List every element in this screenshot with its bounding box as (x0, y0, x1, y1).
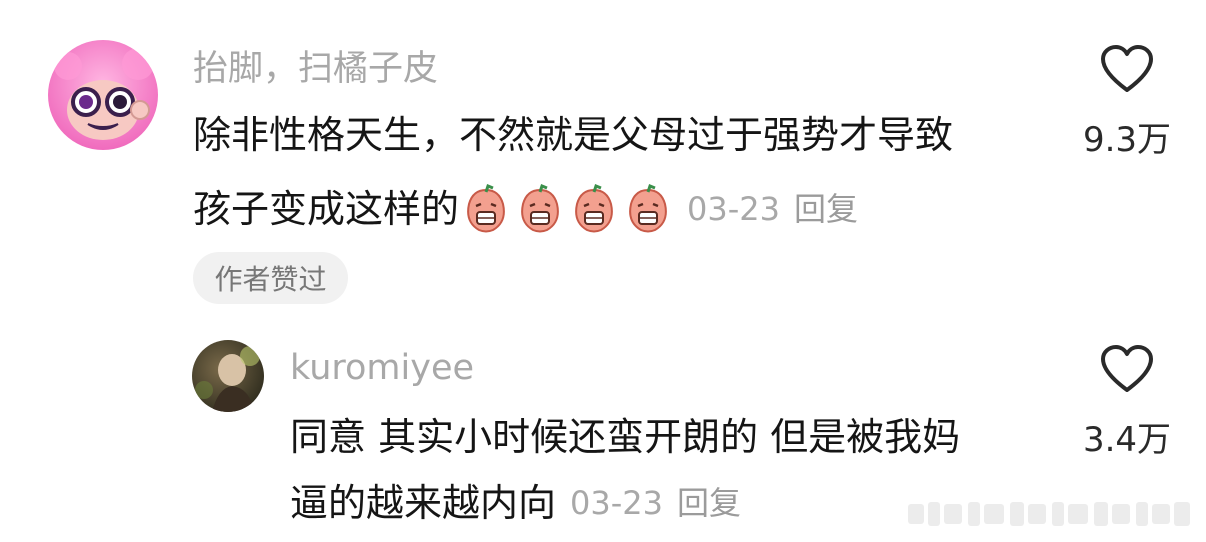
crying-peach-emoji-icon (629, 184, 667, 233)
comment-username[interactable]: 抬脚，扫橘子皮 (193, 52, 438, 87)
avatar[interactable] (192, 340, 264, 412)
comment-text-line: 逼的越来越内向 03-23 回复 (290, 484, 741, 522)
like-control: 3.4万 (1072, 344, 1182, 461)
crying-peach-emoji-icon (521, 184, 559, 233)
reply-button[interactable]: 回复 (794, 193, 858, 225)
avatar[interactable] (48, 40, 158, 150)
watermark-image (908, 502, 1190, 526)
comment-text: 孩子变成这样的 (193, 187, 460, 231)
avatar-cartoon-image (48, 40, 158, 150)
comment-date: 03-23 (687, 190, 780, 228)
emoji-row (461, 184, 673, 234)
crying-peach-emoji-icon (467, 184, 505, 233)
heart-icon[interactable] (1100, 44, 1154, 94)
comment-text-line: 除非性格天生，不然就是父母过于强势才导致 (193, 113, 954, 157)
like-control: 9.3万 (1072, 44, 1182, 161)
reply-button[interactable]: 回复 (677, 487, 741, 519)
comment-meta: 03-23 回复 (570, 487, 741, 519)
avatar-photo-image (192, 340, 264, 412)
crying-peach-emoji-icon (575, 184, 613, 233)
comment-date: 03-23 (570, 484, 663, 522)
comment-username[interactable]: kuromiyee (290, 351, 474, 386)
like-count: 9.3万 (1082, 120, 1172, 160)
comment-text-line: 孩子变成这样的 03-23 回复 (193, 184, 858, 234)
comment-text-line: 同意 其实小时候还蛮开朗的 但是被我妈 (290, 415, 961, 459)
like-count: 3.4万 (1082, 420, 1172, 460)
heart-icon[interactable] (1100, 344, 1154, 394)
comment-meta: 03-23 回复 (687, 193, 858, 225)
author-liked-badge: 作者赞过 (193, 252, 348, 304)
comment-text: 逼的越来越内向 (290, 481, 557, 525)
